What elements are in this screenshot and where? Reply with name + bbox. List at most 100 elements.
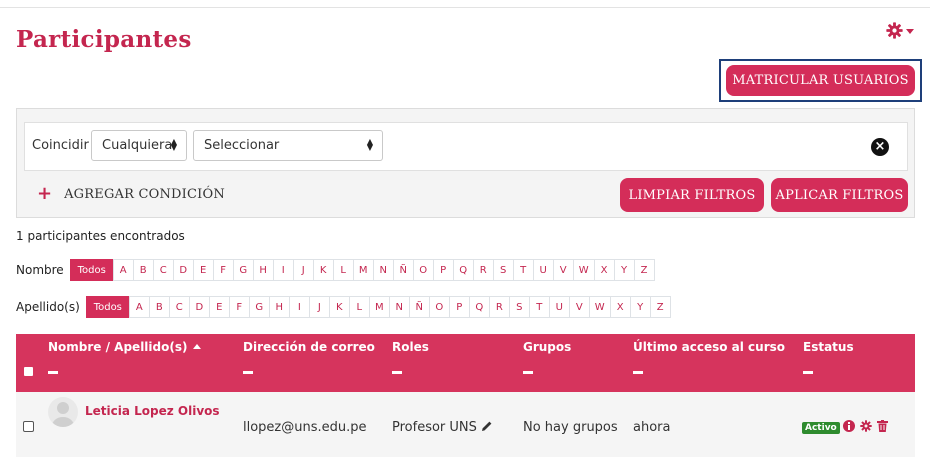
first-name-initial-m[interactable]: M: [352, 259, 374, 281]
close-circle-icon[interactable]: ×: [871, 138, 889, 156]
collapse-column-icon[interactable]: [243, 371, 253, 374]
surname-initial-b[interactable]: B: [148, 296, 170, 318]
add-condition-label: AGREGAR CONDICIÓN: [64, 186, 225, 202]
surname-initial-c[interactable]: C: [168, 296, 190, 318]
first-name-initial-b[interactable]: B: [132, 259, 154, 281]
last-access-cell: ahora: [633, 420, 671, 435]
collapse-column-icon[interactable]: [48, 371, 58, 374]
surname-initial-m[interactable]: M: [368, 296, 390, 318]
filter-type-select[interactable]: Seleccionar ▲ ▼: [193, 130, 383, 161]
email-cell: llopez@uns.edu.pe: [243, 420, 367, 435]
first-name-initial-v[interactable]: V: [552, 259, 574, 281]
participants-count: 1 participantes encontrados: [16, 229, 185, 243]
surname-initial-p[interactable]: P: [448, 296, 470, 318]
trash-icon[interactable]: [877, 420, 888, 432]
first-name-initial-t[interactable]: T: [512, 259, 534, 281]
surname-initial-k[interactable]: K: [328, 296, 350, 318]
surname-initial-q[interactable]: Q: [468, 296, 490, 318]
column-header-email[interactable]: Dirección de correo: [243, 340, 375, 374]
first-name-initial-f[interactable]: F: [212, 259, 234, 281]
first-name-initial-j[interactable]: J: [292, 259, 314, 281]
surname-initial-l[interactable]: L: [348, 296, 370, 318]
clear-filters-button[interactable]: LIMPIAR FILTROS: [620, 178, 764, 212]
apply-filters-button[interactable]: APLICAR FILTROS: [771, 178, 908, 212]
surname-initial-ñ[interactable]: Ñ: [408, 296, 430, 318]
first-name-initial-u[interactable]: U: [532, 259, 554, 281]
surname-initial-i[interactable]: I: [288, 296, 310, 318]
first-name-initial-a[interactable]: A: [112, 259, 134, 281]
surname-initial-y[interactable]: Y: [629, 296, 651, 318]
gear-icon[interactable]: [860, 420, 872, 432]
first-name-initial-s[interactable]: S: [492, 259, 514, 281]
collapse-column-icon[interactable]: [392, 371, 402, 374]
surname-initial-n[interactable]: N: [388, 296, 410, 318]
first-name-initial-l[interactable]: L: [332, 259, 354, 281]
surname-initial-f[interactable]: F: [228, 296, 250, 318]
surname-initial-v[interactable]: V: [568, 296, 590, 318]
column-header-last-access[interactable]: Último acceso al curso: [633, 340, 785, 374]
first-name-initial-o[interactable]: O: [412, 259, 434, 281]
info-icon[interactable]: [843, 420, 855, 432]
surname-initial-e[interactable]: E: [208, 296, 230, 318]
initial-all-button[interactable]: Todos: [69, 259, 114, 281]
select-all-checkbox[interactable]: [24, 367, 33, 376]
first-name-initial-h[interactable]: H: [252, 259, 274, 281]
surname-initial-d[interactable]: D: [188, 296, 210, 318]
collapse-column-icon[interactable]: [633, 371, 643, 374]
first-name-initial-n[interactable]: N: [372, 259, 394, 281]
participants-table-header: Nombre / Apellido(s) Dirección de correo…: [16, 334, 915, 392]
page-settings-menu[interactable]: [886, 22, 914, 39]
add-condition-button[interactable]: + AGREGAR CONDICIÓN: [37, 185, 225, 203]
surname-initial-t[interactable]: T: [528, 296, 550, 318]
match-select[interactable]: Cualquiera ▲ ▼: [91, 130, 187, 161]
column-header-groups[interactable]: Grupos: [523, 340, 571, 374]
user-profile-link[interactable]: Leticia Lopez Olivos: [85, 404, 220, 418]
filter-panel: Coincidir Cualquiera ▲ ▼ Seleccionar ▲ ▼ ×…: [16, 108, 915, 218]
first-name-initial-w[interactable]: W: [572, 259, 595, 281]
first-name-initial-k[interactable]: K: [312, 259, 334, 281]
first-name-initial-p[interactable]: P: [432, 259, 454, 281]
first-name-initial-r[interactable]: R: [472, 259, 494, 281]
collapse-column-icon[interactable]: [523, 371, 533, 374]
surname-initial-w[interactable]: W: [588, 296, 611, 318]
column-header-name-label: Nombre / Apellido(s): [48, 340, 188, 354]
column-header-groups-label: Grupos: [523, 340, 572, 354]
initial-all-button[interactable]: Todos: [85, 296, 130, 318]
first-name-initial-y[interactable]: Y: [613, 259, 635, 281]
surname-initial-s[interactable]: S: [508, 296, 530, 318]
column-header-name[interactable]: Nombre / Apellido(s): [48, 340, 202, 374]
surname-initial-j[interactable]: J: [308, 296, 330, 318]
first-name-initial-c[interactable]: C: [152, 259, 174, 281]
first-name-initial-d[interactable]: D: [172, 259, 194, 281]
surname-initial-g[interactable]: G: [248, 296, 270, 318]
surname-initial-u[interactable]: U: [548, 296, 570, 318]
enrol-button-focus-frame: MATRICULAR USUARIOS: [719, 59, 922, 102]
column-header-status[interactable]: Estatus: [803, 340, 854, 374]
enrol-users-button[interactable]: MATRICULAR USUARIOS: [726, 65, 915, 96]
page-title: Participantes: [16, 26, 192, 53]
select-arrows-icon: ▲ ▼: [366, 137, 373, 152]
first-name-initial-e[interactable]: E: [192, 259, 214, 281]
surname-initial-o[interactable]: O: [428, 296, 450, 318]
surname-initial-z[interactable]: Z: [649, 296, 671, 318]
column-header-email-label: Dirección de correo: [243, 340, 375, 354]
surname-initial-r[interactable]: R: [488, 296, 510, 318]
surname-initial-a[interactable]: A: [128, 296, 150, 318]
collapse-column-icon[interactable]: [803, 371, 813, 374]
surname-initial-h[interactable]: H: [268, 296, 290, 318]
gear-icon: [886, 22, 903, 39]
row-select-checkbox[interactable]: [23, 421, 34, 432]
column-header-roles[interactable]: Roles: [392, 340, 429, 374]
first-name-initial-i[interactable]: I: [272, 259, 294, 281]
first-name-initial-z[interactable]: Z: [633, 259, 655, 281]
first-name-initials-label: Nombre: [16, 263, 64, 277]
first-name-initial-q[interactable]: Q: [452, 259, 474, 281]
first-name-initial-x[interactable]: X: [593, 259, 615, 281]
surname-initials-list: Todos ABCDEFGHIJKLMNÑOPQRSTUVWXYZ: [85, 296, 671, 318]
plus-icon: +: [37, 183, 53, 204]
surname-initial-x[interactable]: X: [609, 296, 631, 318]
pencil-icon[interactable]: [481, 420, 493, 432]
first-name-initial-ñ[interactable]: Ñ: [392, 259, 414, 281]
first-name-initial-g[interactable]: G: [232, 259, 254, 281]
column-header-last-access-label: Último acceso al curso: [633, 340, 786, 354]
